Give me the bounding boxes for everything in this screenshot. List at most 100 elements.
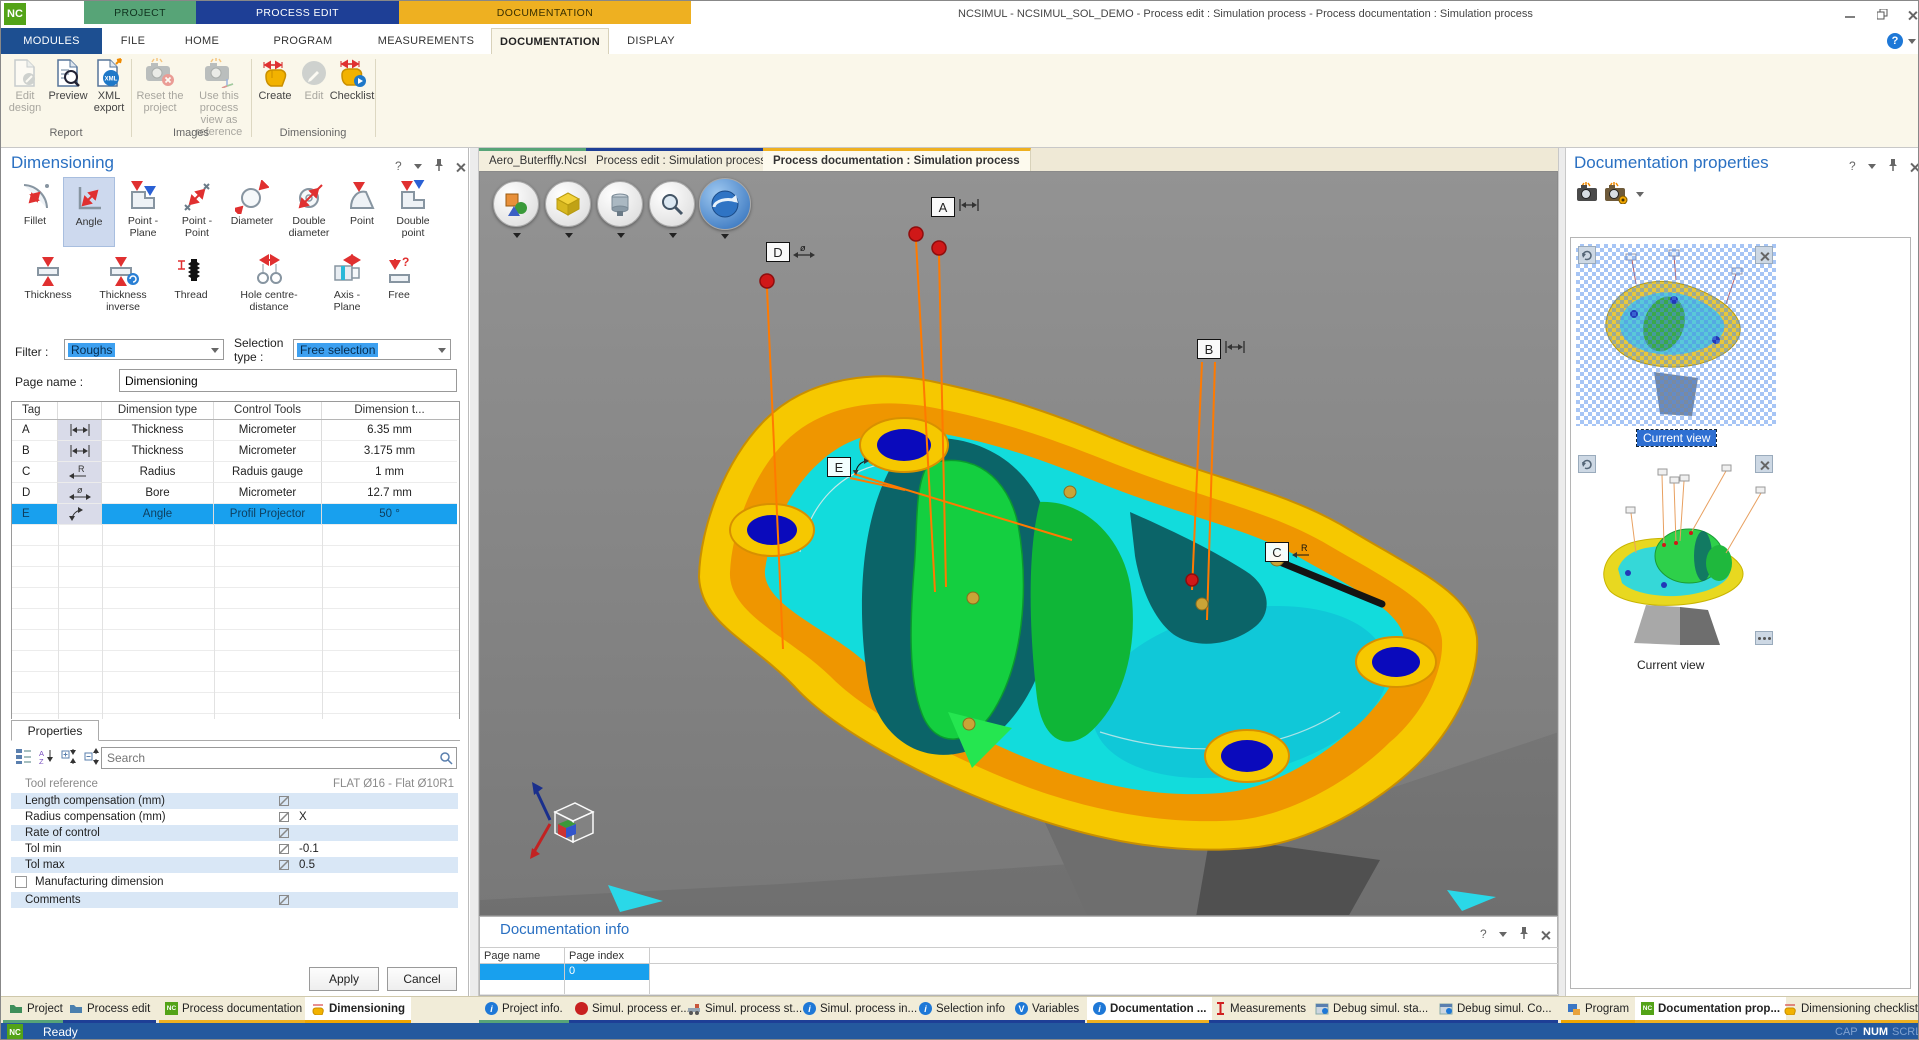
formula-icon[interactable] [279, 796, 289, 806]
tool-thickness-inverse[interactable]: Thickness inverse [85, 251, 161, 321]
marker-E[interactable]: E [827, 457, 875, 477]
col-tag[interactable]: Tag [12, 402, 58, 419]
taskbar-selection-info[interactable]: i Selection info [913, 997, 1011, 1023]
taskbar-simul-process-status[interactable]: Simul. process st... [681, 997, 808, 1023]
panel-menu-icon[interactable] [414, 164, 422, 169]
checklist-button[interactable]: Checklist [331, 58, 373, 102]
status-scrl[interactable]: SCRL [1892, 1026, 1919, 1038]
edit-design-button[interactable]: Edit design [5, 58, 45, 114]
doc-info-menu-icon[interactable] [1499, 932, 1507, 937]
display-mode-caret[interactable] [513, 233, 521, 238]
taskbar-project-info[interactable]: i Project info. [479, 997, 569, 1023]
thumbnail-1-close-icon[interactable] [1755, 246, 1773, 264]
preview-button[interactable]: Preview [47, 58, 89, 102]
col-control-tools[interactable]: Control Tools [214, 402, 322, 419]
stock-view-caret[interactable] [565, 233, 573, 238]
formula-icon[interactable] [279, 895, 289, 905]
stock-view-button[interactable] [545, 181, 591, 227]
col-page-index[interactable]: Page index [565, 948, 650, 963]
thumbnail-2-refresh-icon[interactable] [1578, 455, 1596, 473]
display-mode-button[interactable] [493, 181, 539, 227]
panel-close-icon[interactable] [456, 162, 465, 171]
taskbar-dimensioning[interactable]: Dimensioning [305, 997, 411, 1023]
prop-comments[interactable]: Comments [11, 892, 458, 908]
table-row[interactable]: D ø Bore Micrometer 12.7 mm [12, 483, 459, 504]
minimize-button[interactable] [1837, 5, 1863, 23]
orbit-view-button[interactable] [699, 178, 751, 230]
table-row[interactable]: C R Radius Raduis gauge 1 mm [12, 462, 459, 483]
col-dimension-type[interactable]: Dimension type [102, 402, 214, 419]
tab-process-edit[interactable]: Process edit : Simulation process [586, 148, 777, 171]
tab-modules[interactable]: MODULES [1, 28, 102, 54]
panel-splitter[interactable] [470, 148, 479, 996]
marker-C[interactable]: C R [1265, 542, 1317, 562]
taskbar-debug-simul-co[interactable]: Debug simul. Co... [1433, 997, 1558, 1023]
search-input[interactable] [101, 747, 457, 769]
taskbar-documentation-properties[interactable]: NC Documentation prop... [1635, 997, 1786, 1023]
table-empty-rows[interactable] [12, 525, 459, 719]
tool-point[interactable]: Point [339, 177, 385, 247]
tool-hole-centre-distance[interactable]: Hole centre-distance [221, 251, 317, 321]
tool-view-button[interactable] [597, 181, 643, 227]
prop-length-compensation[interactable]: Length compensation (mm) [11, 793, 458, 809]
collapse-icon[interactable] [84, 748, 101, 768]
tool-double-diameter[interactable]: Double diameter [281, 177, 337, 247]
zoom-caret[interactable] [669, 233, 677, 238]
manufacturing-dimension-checkbox[interactable] [15, 876, 27, 888]
status-cap[interactable]: CAP [1835, 1026, 1858, 1038]
status-num[interactable]: NUM [1863, 1026, 1888, 1038]
sort-az-icon[interactable]: AZ [38, 748, 55, 768]
marker-A[interactable]: A [931, 197, 983, 217]
tab-documentation[interactable]: DOCUMENTATION [491, 28, 609, 54]
taskbar-simul-process-errors[interactable]: Simul. process er... [569, 997, 696, 1023]
table-row-selected[interactable]: E Angle Profil Projector 50 ° [12, 504, 459, 525]
thumbnail-2-close-icon[interactable] [1755, 455, 1773, 473]
xml-export-button[interactable]: XML XML export [89, 58, 129, 114]
tool-free[interactable]: ? Free [377, 251, 421, 321]
filter-dropdown-arrow[interactable] [211, 348, 219, 353]
thumbnail-1-refresh-icon[interactable] [1578, 246, 1596, 264]
apply-button[interactable]: Apply [309, 967, 379, 991]
tool-angle[interactable]: Angle [63, 177, 115, 247]
tab-display[interactable]: DISPLAY [613, 28, 689, 54]
formula-icon[interactable] [279, 860, 289, 870]
doc-properties-pin-icon[interactable] [1888, 158, 1898, 174]
doc-properties-menu-icon[interactable] [1868, 164, 1876, 169]
thumbnail-2-more-icon[interactable] [1755, 631, 1773, 645]
orbit-view-caret[interactable] [721, 234, 729, 239]
tool-fillet[interactable]: Fillet [9, 177, 61, 247]
table-row[interactable]: A Thickness Micrometer 6.35 mm [12, 420, 459, 441]
tab-process-documentation[interactable]: Process documentation : Simulation proce… [763, 148, 1031, 171]
reset-project-button[interactable]: Reset the project [134, 58, 186, 114]
right-panel-splitter[interactable] [1558, 148, 1566, 996]
prop-rate-of-control[interactable]: Rate of control [11, 825, 458, 841]
doc-info-help-icon[interactable]: ? [1480, 927, 1487, 941]
tab-measurements[interactable]: MEASUREMENTS [363, 28, 489, 54]
tab-properties[interactable]: Properties [11, 720, 99, 741]
panel-pin-icon[interactable] [434, 158, 444, 174]
prop-manufacturing-dimension[interactable]: Manufacturing dimension [11, 873, 458, 891]
doc-properties-close-icon[interactable] [1910, 162, 1919, 171]
doc-properties-help-icon[interactable]: ? [1849, 159, 1856, 173]
taskbar-project[interactable]: Project [3, 997, 69, 1023]
taskbar-measurements[interactable]: Measurements [1209, 997, 1312, 1023]
formula-icon[interactable] [279, 812, 289, 822]
help-dropdown-icon[interactable] [1908, 39, 1916, 44]
tool-view-caret[interactable] [617, 233, 625, 238]
camera-dropdown-icon[interactable] [1636, 192, 1644, 197]
col-page-name[interactable]: Page name [480, 948, 565, 963]
categorized-icon[interactable] [15, 748, 32, 768]
taskbar-debug-simul-sta[interactable]: Debug simul. sta... [1309, 997, 1434, 1023]
taskbar-simul-process-info[interactable]: i Simul. process in... [797, 997, 923, 1023]
table-row[interactable]: B Thickness Micrometer 3.175 mm [12, 441, 459, 462]
camera-settings-icon[interactable] [1604, 182, 1630, 207]
expand-icon[interactable] [61, 748, 78, 768]
taskbar-process-documentation[interactable]: NC Process documentation [159, 997, 308, 1023]
viewport-3d[interactable] [479, 171, 1558, 916]
create-button[interactable]: Create [255, 58, 295, 102]
use-process-view-button[interactable]: Use this process view as reference [189, 58, 249, 138]
taskbar-variables[interactable]: V Variables [1009, 997, 1085, 1023]
formula-icon[interactable] [279, 844, 289, 854]
restore-button[interactable] [1869, 5, 1895, 23]
cancel-button[interactable]: Cancel [387, 967, 457, 991]
